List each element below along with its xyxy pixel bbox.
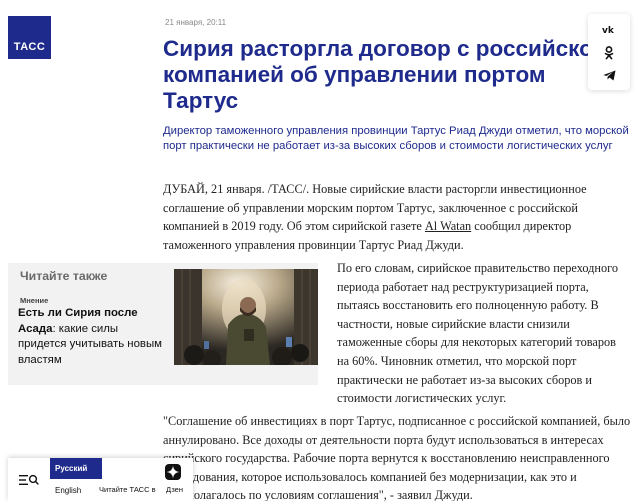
article-paragraph-2: По его словам, сирийское правительство п…: [337, 261, 619, 406]
article-lead: Директор таможенного управления провинци…: [163, 125, 629, 152]
menu-search-button[interactable]: [8, 458, 50, 501]
read-also-photo[interactable]: [174, 269, 318, 365]
article-title: Сирия расторгла договор с российской ком…: [163, 36, 607, 113]
ok-icon: [604, 45, 614, 59]
vk-share-button[interactable]: vk: [588, 17, 630, 42]
dzen-icon[interactable]: [165, 464, 181, 480]
read-tass-link[interactable]: Читайте ТАСС в: [99, 480, 163, 501]
ok-share-button[interactable]: [588, 40, 630, 65]
dzen-label[interactable]: Дзен: [166, 485, 183, 494]
al-watan-link[interactable]: Al Watan: [425, 219, 471, 233]
vk-icon: vk: [602, 26, 615, 34]
read-also-heading: Читайте также: [20, 269, 108, 283]
tass-logo[interactable]: ТАСС: [8, 16, 51, 59]
language-english[interactable]: English: [50, 480, 102, 501]
share-panel: vk: [588, 14, 630, 90]
read-also-block[interactable]: Читайте также Мнение Есть ли Сирия после…: [8, 263, 318, 385]
svg-text:vk: vk: [602, 26, 615, 34]
language-russian[interactable]: Русский: [50, 458, 102, 479]
telegram-share-button[interactable]: [588, 63, 630, 88]
article-date: 21 января, 20:11: [165, 18, 227, 27]
menu-search-icon: [19, 474, 39, 485]
read-also-title[interactable]: Есть ли Сирия после Асада: какие силы пр…: [18, 306, 168, 368]
read-also-tag: Мнение: [20, 296, 49, 305]
bottom-bar: Русский English Читайте ТАСС в Дзен: [8, 458, 193, 501]
article-paragraph-1: ДУБАЙ, 21 января. /ТАСС/. Новые сирийски…: [163, 180, 618, 254]
telegram-icon: [603, 70, 615, 81]
article-paragraph-3: "Соглашение об инвестициях в порт Тартус…: [163, 414, 631, 501]
read-tass-label: Читайте ТАСС в: [99, 485, 156, 494]
logo-text: ТАСС: [13, 41, 46, 53]
